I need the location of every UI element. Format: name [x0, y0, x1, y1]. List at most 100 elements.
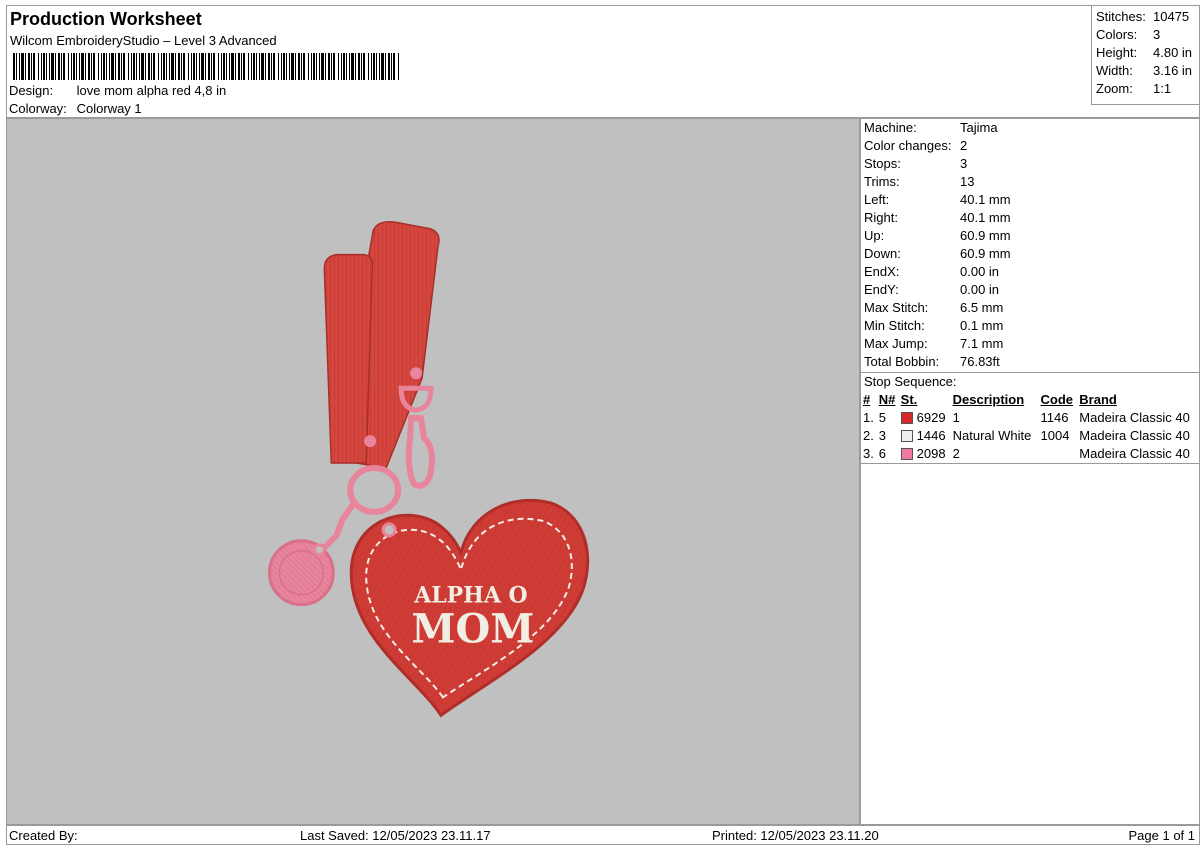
summary-row: Colors: 3 [1096, 27, 1161, 42]
created-by: Created By: [9, 828, 78, 843]
stop-brand: Madeira Classic 40 [1079, 445, 1190, 461]
stop-code: 1004 [1040, 427, 1070, 443]
chain [321, 499, 358, 551]
col-num: # [863, 391, 871, 407]
stop-num: 3. [863, 445, 874, 461]
summary-row: Zoom: 1:1 [1096, 81, 1172, 96]
heart-hole [381, 522, 397, 538]
col-brand: Brand [1079, 391, 1117, 407]
design-text-line1: ALPHA O [413, 583, 527, 609]
detail-value: 6.5 mm [960, 300, 1004, 315]
detail-row: Down: 60.9 mm [861, 245, 1199, 263]
detail-value: 60.9 mm [960, 228, 1011, 243]
detail-row: Trims: 13 [861, 173, 1199, 191]
detail-label: Max Jump: [864, 336, 928, 351]
stop-sequence-title: Stop Sequence: [861, 372, 1199, 390]
design-value: love mom alpha red 4,8 in [76, 83, 227, 98]
split-ring [347, 465, 402, 515]
stop-needle: 5 [878, 409, 886, 425]
stop-description: Natural White [952, 427, 1032, 443]
stop-stitches: 1446 [899, 426, 951, 444]
detail-row: Color changes: 2 [861, 137, 1199, 155]
page-number: Page 1 of 1 [1128, 828, 1196, 843]
stop-num: 1. [863, 409, 874, 425]
printed-date: Printed: 12/05/2023 23.11.20 [712, 828, 879, 843]
detail-label: EndY: [864, 282, 899, 297]
summary-row: Stitches: 10475 [1096, 9, 1190, 24]
stop-stitches: 2098 [899, 444, 951, 462]
colorway-row: Colorway: Colorway 1 [9, 101, 142, 116]
detail-value: 60.9 mm [960, 246, 1011, 261]
detail-label: Left: [864, 192, 890, 207]
detail-label: Machine: [864, 120, 917, 135]
strap-rivet [410, 367, 423, 380]
detail-row: Min Stitch: 0.1 mm [861, 317, 1199, 335]
stop-row: 1. 5 6929 1 1146 Madeira Classic 40 [861, 408, 1199, 426]
color-swatch [900, 447, 913, 460]
detail-row: Max Stitch: 6.5 mm [861, 299, 1199, 317]
stitch-count: 2098 [916, 445, 946, 461]
detail-value: 76.83ft [960, 354, 1000, 369]
stop-brand: Madeira Classic 40 [1079, 427, 1190, 443]
software-subtitle: Wilcom EmbroideryStudio – Level 3 Advanc… [10, 33, 277, 48]
detail-value: 3 [960, 156, 968, 171]
detail-label: Stops: [864, 156, 901, 171]
detail-value: 7.1 mm [960, 336, 1004, 351]
detail-row: Total Bobbin: 76.83ft [861, 353, 1199, 371]
stitch-count: 1446 [916, 427, 946, 443]
strap-rivet [364, 435, 377, 448]
detail-value: 40.1 mm [960, 192, 1011, 207]
stop-description: 2 [952, 445, 960, 461]
machine-details-panel: Machine: Tajima Color changes: 2 Stops: 3 Trim… [860, 118, 1200, 825]
col-stitches: St. [900, 391, 918, 407]
stop-table-header: # N# St. Description Code Brand [861, 390, 1199, 408]
charm-hole [312, 543, 326, 557]
detail-label: Min Stitch: [864, 318, 925, 333]
detail-row: Stops: 3 [861, 155, 1199, 173]
detail-row: Max Jump: 7.1 mm [861, 335, 1199, 353]
detail-row: Up: 60.9 mm [861, 227, 1199, 245]
stop-brand: Madeira Classic 40 [1079, 409, 1190, 425]
detail-row: EndY: 0.00 in [861, 281, 1199, 299]
stop-description: 1 [952, 409, 960, 425]
summary-row: Height: 4.80 in [1096, 45, 1193, 60]
stop-row: 2. 3 1446 Natural White 1004 Madeira Classic … [861, 426, 1199, 444]
design-label: Design: [9, 83, 54, 98]
colorway-label: Colorway: [9, 101, 67, 116]
barcode-icon [13, 53, 399, 80]
detail-label: Total Bobbin: [864, 354, 940, 369]
detail-label: Right: [864, 210, 898, 225]
details-list: Machine: Tajima Color changes: 2 Stops: 3 Trim… [861, 119, 1199, 371]
detail-label: Up: [864, 228, 885, 243]
stop-needle: 6 [878, 445, 886, 461]
detail-value: Tajima [960, 120, 998, 135]
worksheet-footer: Created By: Last Saved: 12/05/2023 23.11… [6, 825, 1200, 845]
detail-row: Right: 40.1 mm [861, 209, 1199, 227]
detail-label: Trims: [864, 174, 900, 189]
col-description: Description [952, 391, 1025, 407]
embroidery-design-image: ALPHA O MOM [267, 220, 590, 718]
stitch-count: 6929 [916, 409, 946, 425]
stop-stitches: 6929 [899, 408, 951, 426]
stop-sequence-table: # N# St. Description Code Brand 1. 5 6929 1… [861, 390, 1199, 462]
detail-value: 0.00 in [960, 282, 1000, 297]
design-row: Design: love mom alpha red 4,8 in [9, 83, 226, 98]
detail-row: Machine: Tajima [861, 119, 1199, 137]
stop-code: 1146 [1040, 409, 1069, 425]
stop-needle: 3 [878, 427, 886, 443]
colorway-value: Colorway 1 [76, 101, 142, 116]
detail-label: Max Stitch: [864, 300, 929, 315]
detail-value: 13 [960, 174, 975, 189]
detail-row: EndX: 0.00 in [861, 263, 1199, 281]
design-summary: Stitches: 10475 Colors: 3 Height: 4.80 in W… [1091, 6, 1200, 105]
detail-row: Left: 40.1 mm [861, 191, 1199, 209]
col-code: Code [1040, 391, 1074, 407]
last-saved: Last Saved: 12/05/2023 23.11.17 [300, 828, 491, 843]
worksheet-header: Production Worksheet Wilcom EmbroiderySt… [6, 5, 1200, 118]
detail-value: 40.1 mm [960, 210, 1011, 225]
strap-lower [323, 253, 374, 464]
summary-row: Width: 3.16 in [1096, 63, 1193, 78]
detail-value: 2 [960, 138, 968, 153]
page-title: Production Worksheet [10, 9, 202, 29]
detail-label: Down: [864, 246, 901, 261]
